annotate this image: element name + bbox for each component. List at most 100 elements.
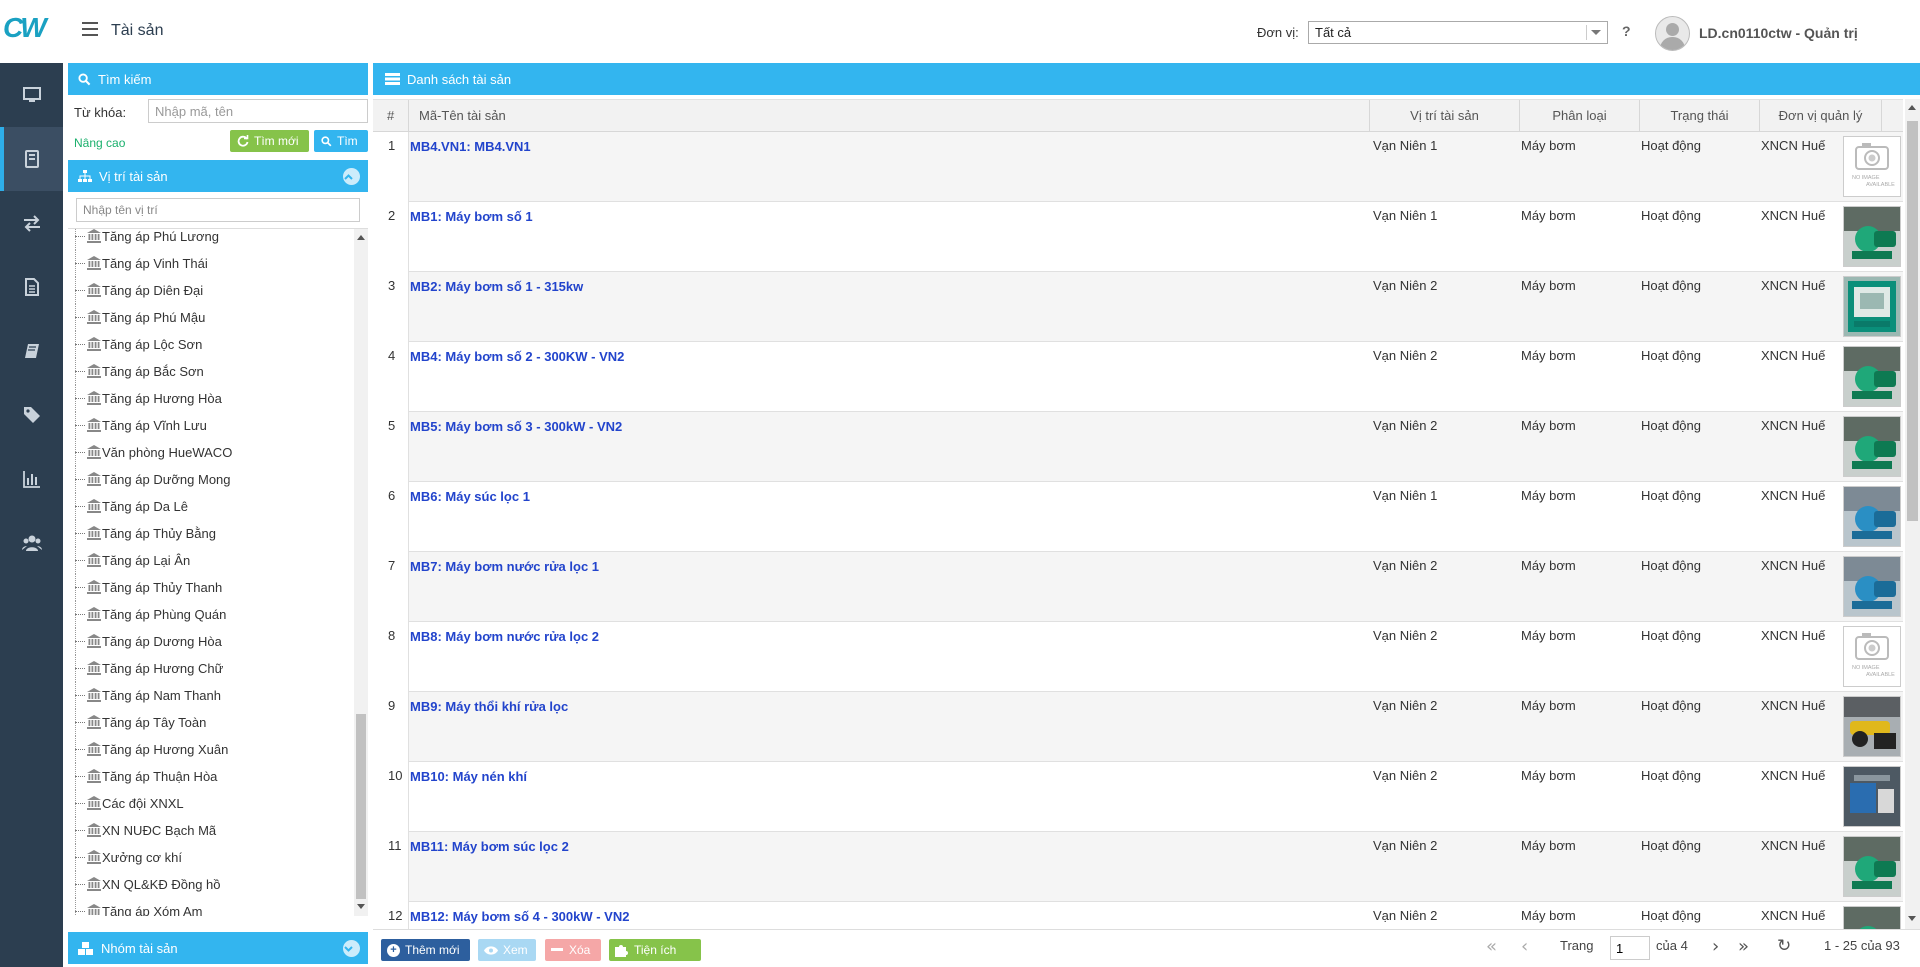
nav-book[interactable] — [0, 319, 63, 383]
asset-thumbnail[interactable]: NO IMAGE AVAILABLE — [1843, 136, 1901, 197]
last-page-icon[interactable]: » — [1738, 936, 1749, 957]
col-header-name[interactable]: Mã-Tên tài sản — [409, 100, 1370, 132]
keyword-input[interactable] — [148, 99, 368, 123]
tree-item[interactable]: Tăng áp Tây Toàn — [68, 709, 353, 736]
add-button[interactable]: + Thêm mới — [381, 939, 470, 961]
table-row[interactable]: 9 MB9: Máy thổi khí rửa lọc Vạn Niên 2 Máy … — [373, 692, 1903, 762]
asset-name-link[interactable]: MB4.VN1: MB4.VN1 — [410, 139, 531, 154]
tree-item[interactable]: Xưởng cơ khí — [68, 844, 353, 871]
table-row[interactable]: 4 MB4: Máy bơm số 2 - 300KW - VN2 Vạn Niên… — [373, 342, 1903, 412]
prev-page-icon[interactable]: ‹ — [1521, 936, 1528, 957]
location-filter-input[interactable] — [76, 198, 360, 222]
tree-item[interactable]: Tăng áp Nam Thanh — [68, 682, 353, 709]
tree-item[interactable]: Tăng áp Phùng Quán — [68, 601, 353, 628]
tree-item[interactable]: Tăng áp Phú Mậu — [68, 304, 353, 331]
asset-name-link[interactable]: MB4: Máy bơm số 2 - 300KW - VN2 — [410, 349, 624, 364]
nav-transfer[interactable] — [0, 191, 63, 255]
nav-documents[interactable] — [0, 255, 63, 319]
advanced-search-link[interactable]: Nâng cao — [74, 136, 125, 150]
grid-scrollbar[interactable] — [1905, 99, 1920, 929]
group-panel-header[interactable]: Nhóm tài sản — [68, 932, 368, 964]
tree-item[interactable]: XN NUĐC Bạch Mã — [68, 817, 353, 844]
asset-name-link[interactable]: MB5: Máy bơm số 3 - 300kW - VN2 — [410, 419, 622, 434]
col-header-index[interactable]: # — [373, 100, 409, 132]
expand-down-icon[interactable] — [343, 940, 360, 957]
table-row[interactable]: 8 MB8: Máy bơm nước rửa lọc 2 Vạn Niên 2 Má… — [373, 622, 1903, 692]
asset-name-link[interactable]: MB10: Máy nén khí — [410, 769, 527, 784]
asset-name-link[interactable]: MB7: Máy bơm nước rửa lọc 1 — [410, 559, 599, 574]
tree-item[interactable]: Tăng áp Dương Hòa — [68, 628, 353, 655]
tree-item[interactable]: Các đội XNXL — [68, 790, 353, 817]
asset-name-link[interactable]: MB6: Máy súc lọc 1 — [410, 489, 530, 504]
tree-item[interactable]: Tăng áp Thủy Bằng — [68, 520, 353, 547]
tree-item[interactable]: Tăng áp Lộc Sơn — [68, 331, 353, 358]
delete-button[interactable]: Xóa — [545, 939, 601, 961]
table-row[interactable]: 1 MB4.VN1: MB4.VN1 Vạn Niên 1 Máy bơm Hoạt đ… — [373, 132, 1903, 202]
tree-item[interactable]: Tăng áp Diên Đại — [68, 277, 353, 304]
tree-item[interactable]: Tăng áp Hương Chữ — [68, 655, 353, 682]
tree-item[interactable]: Tăng áp Hương Hòa — [68, 385, 353, 412]
asset-thumbnail[interactable] — [1843, 766, 1901, 827]
asset-thumbnail[interactable] — [1843, 276, 1901, 337]
next-page-icon[interactable]: › — [1712, 936, 1719, 957]
col-header-status[interactable]: Trạng thái — [1640, 100, 1760, 132]
asset-thumbnail[interactable] — [1843, 696, 1901, 757]
asset-name-link[interactable]: MB12: Máy bơm số 4 - 300kW - VN2 — [410, 909, 629, 924]
first-page-icon[interactable]: « — [1486, 936, 1497, 957]
asset-thumbnail[interactable] — [1843, 836, 1901, 897]
nav-assets[interactable] — [0, 127, 63, 191]
location-panel-header[interactable]: Vị trí tài sản — [68, 160, 368, 192]
reset-search-button[interactable]: Tìm mới — [230, 130, 309, 152]
asset-thumbnail[interactable] — [1843, 486, 1901, 547]
table-row[interactable]: 3 MB2: Máy bơm số 1 - 315kw Vạn Niên 2 Máy … — [373, 272, 1903, 342]
col-header-location[interactable]: Vị trí tài sản — [1370, 100, 1520, 132]
table-row[interactable]: 5 MB5: Máy bơm số 3 - 300kW - VN2 Vạn Niên… — [373, 412, 1903, 482]
collapse-up-icon[interactable] — [343, 168, 360, 185]
utility-button[interactable]: Tiện ích — [609, 939, 701, 961]
asset-thumbnail[interactable] — [1843, 206, 1901, 267]
table-row[interactable]: 6 MB6: Máy súc lọc 1 Vạn Niên 1 Máy bơm Hoạt… — [373, 482, 1903, 552]
table-row[interactable]: 11 MB11: Máy bơm súc lọc 2 Vạn Niên 2 Máy b… — [373, 832, 1903, 902]
nav-users[interactable] — [0, 511, 63, 575]
unit-select[interactable]: Tất cả — [1308, 21, 1608, 44]
table-row[interactable]: 12 MB12: Máy bơm số 4 - 300kW - VN2 Vạn Ni… — [373, 902, 1903, 929]
tree-item[interactable]: Tăng áp Thuận Hòa — [68, 763, 353, 790]
avatar[interactable] — [1655, 16, 1690, 51]
user-name[interactable]: LD.cn0110ctw - Quản trị — [1699, 25, 1858, 41]
col-header-type[interactable]: Phân loại — [1520, 100, 1640, 132]
nav-reports[interactable] — [0, 447, 63, 511]
reload-icon[interactable]: ↻ — [1777, 936, 1791, 956]
col-header-unit[interactable]: Đơn vị quản lý — [1760, 100, 1882, 132]
asset-name-link[interactable]: MB8: Máy bơm nước rửa lọc 2 — [410, 629, 599, 644]
tree-item[interactable]: Tăng áp Phú Lương — [68, 229, 353, 250]
tree-item[interactable]: Tăng áp Dưỡng Mong — [68, 466, 353, 493]
app-logo[interactable]: CW — [3, 12, 47, 43]
find-button[interactable]: Tìm — [314, 130, 368, 152]
tree-item[interactable]: Tăng áp Bắc Sơn — [68, 358, 353, 385]
tree-item[interactable]: Tăng áp Vĩnh Lưu — [68, 412, 353, 439]
table-row[interactable]: 2 MB1: Máy bơm số 1 Vạn Niên 1 Máy bơm Hoạt … — [373, 202, 1903, 272]
asset-name-link[interactable]: MB9: Máy thổi khí rửa lọc — [410, 699, 568, 714]
nav-monitor[interactable] — [0, 63, 63, 127]
asset-name-link[interactable]: MB2: Máy bơm số 1 - 315kw — [410, 279, 583, 294]
asset-thumbnail[interactable] — [1843, 556, 1901, 617]
menu-toggle-icon[interactable] — [82, 22, 98, 36]
tree-item[interactable]: Văn phòng HueWACO — [68, 439, 353, 466]
tree-item[interactable]: Tăng áp Xóm Am — [68, 898, 353, 916]
tree-item[interactable]: Tăng áp Vinh Thái — [68, 250, 353, 277]
view-button[interactable]: Xem — [478, 939, 536, 961]
asset-thumbnail[interactable]: NO IMAGE AVAILABLE — [1843, 626, 1901, 687]
asset-thumbnail[interactable] — [1843, 906, 1901, 929]
tree-scrollbar[interactable] — [354, 229, 368, 916]
asset-thumbnail[interactable] — [1843, 346, 1901, 407]
tree-item[interactable]: Tăng áp Lại Ân — [68, 547, 353, 574]
help-button[interactable]: ? — [1622, 23, 1631, 39]
table-row[interactable]: 10 MB10: Máy nén khí Vạn Niên 2 Máy bơm Hoạt… — [373, 762, 1903, 832]
asset-name-link[interactable]: MB11: Máy bơm súc lọc 2 — [410, 839, 569, 854]
asset-name-link[interactable]: MB1: Máy bơm số 1 — [410, 209, 533, 224]
tree-item[interactable]: XN QL&KĐ Đồng hồ — [68, 871, 353, 898]
page-input[interactable] — [1610, 936, 1650, 960]
tree-item[interactable]: Tăng áp Thủy Thanh — [68, 574, 353, 601]
tree-item[interactable]: Tăng áp Hương Xuân — [68, 736, 353, 763]
table-row[interactable]: 7 MB7: Máy bơm nước rửa lọc 1 Vạn Niên 2 Má… — [373, 552, 1903, 622]
